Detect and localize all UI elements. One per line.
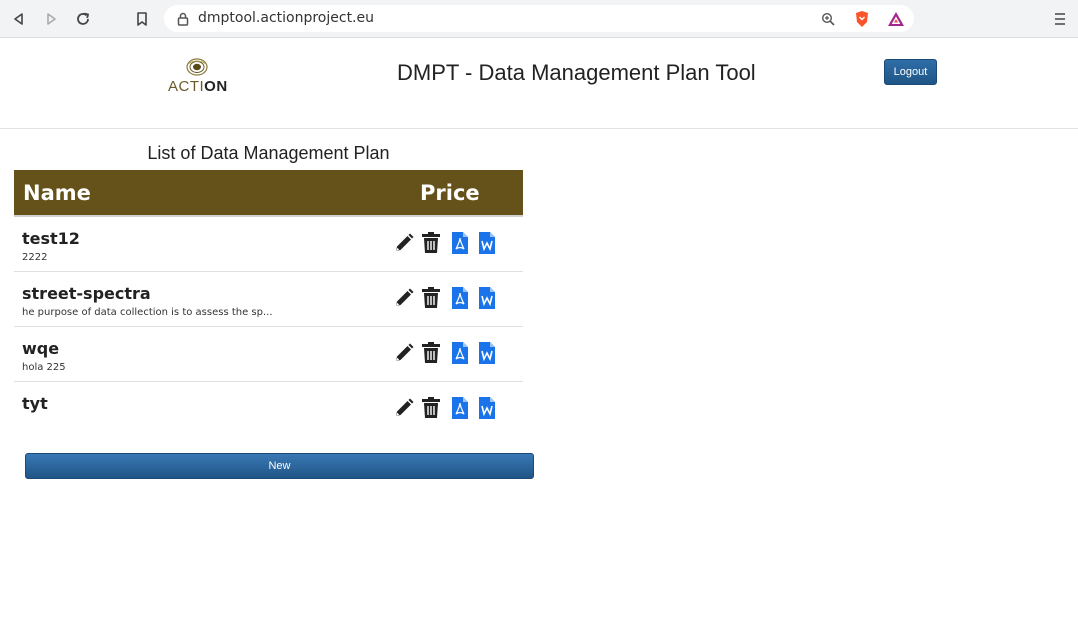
new-plan-button[interactable]: New: [25, 453, 534, 479]
logo-wordmark: ACTION: [168, 78, 228, 95]
table-row: tyt: [14, 382, 523, 437]
browser-toolbar: dmptool.actionproject.eu: [0, 0, 1078, 38]
table-row: wqe hola 225: [14, 327, 523, 382]
column-header-name: Name: [23, 181, 91, 205]
lock-icon: [174, 10, 192, 28]
edit-icon[interactable]: [393, 341, 415, 365]
plan-description: 2222: [22, 252, 48, 263]
word-icon[interactable]: [476, 396, 498, 420]
plan-name: street-spectra: [22, 284, 151, 303]
plan-name: test12: [22, 229, 80, 248]
word-icon[interactable]: [476, 286, 498, 310]
menu-icon[interactable]: [1050, 9, 1070, 29]
plan-description: hola 225: [22, 362, 66, 373]
brave-shield-icon[interactable]: [853, 10, 871, 28]
table-row: street-spectra he purpose of data collec…: [14, 272, 523, 327]
pdf-icon[interactable]: [449, 341, 471, 365]
edit-icon[interactable]: [393, 231, 415, 255]
pdf-icon[interactable]: [449, 286, 471, 310]
delete-icon[interactable]: [420, 396, 442, 420]
bookmark-icon[interactable]: [131, 8, 153, 30]
plan-name: wqe: [22, 339, 60, 358]
edit-icon[interactable]: [393, 286, 415, 310]
pdf-icon[interactable]: [449, 396, 471, 420]
column-header-price: Price: [420, 181, 480, 205]
reload-icon[interactable]: [72, 8, 94, 30]
list-title: List of Data Management Plan: [147, 143, 390, 163]
page-title: DMPT - Data Management Plan Tool: [397, 60, 756, 85]
pdf-icon[interactable]: [449, 231, 471, 255]
plans-table: Name Price test12 2222 street-spectra he…: [14, 170, 523, 437]
zoom-icon[interactable]: [819, 10, 837, 28]
address-bar[interactable]: dmptool.actionproject.eu: [164, 5, 914, 32]
logout-button[interactable]: Logout: [884, 59, 937, 85]
delete-icon[interactable]: [420, 286, 442, 310]
back-icon[interactable]: [8, 8, 30, 30]
url-text: dmptool.actionproject.eu: [198, 10, 374, 26]
delete-icon[interactable]: [420, 231, 442, 255]
delete-icon[interactable]: [420, 341, 442, 365]
site-header: ACTION DMPT - Data Management Plan Tool …: [0, 38, 1078, 129]
brave-rewards-icon[interactable]: [887, 10, 905, 28]
word-icon[interactable]: [476, 231, 498, 255]
forward-icon[interactable]: [40, 8, 62, 30]
table-header: Name Price: [14, 170, 523, 217]
word-icon[interactable]: [476, 341, 498, 365]
plan-description: he purpose of data collection is to asse…: [22, 307, 273, 318]
edit-icon[interactable]: [393, 396, 415, 420]
plan-name: tyt: [22, 394, 48, 413]
table-row: test12 2222: [14, 217, 523, 272]
